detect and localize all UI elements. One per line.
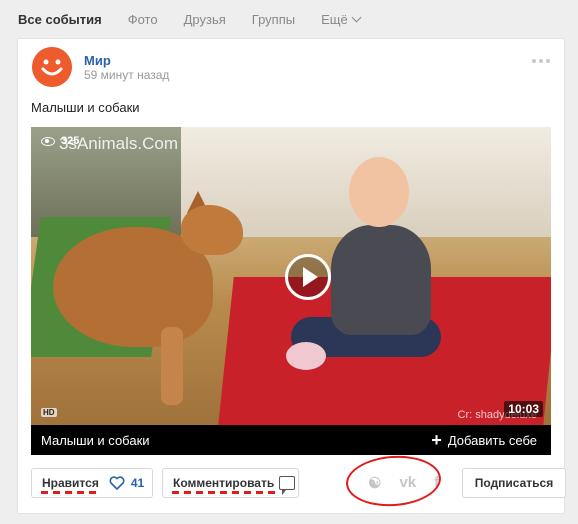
tab-photo[interactable]: Фото <box>128 12 158 27</box>
post-timestamp: 59 минут назад <box>84 68 170 82</box>
view-count-value: 325 <box>61 135 80 147</box>
video-duration: 10:03 <box>504 401 543 417</box>
like-underline-annotation <box>41 491 99 494</box>
heart-icon <box>109 476 125 490</box>
feed-tabs: Все события Фото Друзья Группы Ещё <box>0 0 578 38</box>
subscribe-label: Подписаться <box>474 476 554 490</box>
comment-underline-annotation <box>172 491 276 494</box>
plus-icon: + <box>431 430 442 450</box>
post-text: Малыши и собаки <box>31 100 140 115</box>
video-title[interactable]: Малыши и собаки <box>41 433 150 448</box>
add-to-self-label: Добавить себе <box>447 432 537 448</box>
comment-bubble-icon <box>279 476 296 495</box>
eye-icon <box>41 136 55 146</box>
post-actions: Нравится 41 Комментировать ☯ vk f Подпис… <box>31 468 566 500</box>
author-link[interactable]: Мир <box>84 53 111 68</box>
play-button[interactable] <box>285 254 331 300</box>
video-player[interactable]: 3sAnimals.Com 325 Cr: shadydeluxe HD 10:… <box>31 127 551 455</box>
play-icon <box>302 267 318 287</box>
more-options-icon[interactable] <box>532 59 550 63</box>
view-count: 325 <box>41 135 79 147</box>
subscribe-button[interactable]: Подписаться <box>462 468 566 498</box>
add-to-self-button[interactable]: + Добавить себе <box>431 431 537 449</box>
hd-badge: HD <box>41 408 57 417</box>
tab-friends[interactable]: Друзья <box>184 12 226 27</box>
video-title-bar: Малыши и собаки + Добавить себе <box>31 425 551 455</box>
post-card: Мир 59 минут назад Малыши и собаки 3sAni… <box>17 38 566 514</box>
comment-label: Комментировать <box>173 476 275 490</box>
tab-groups[interactable]: Группы <box>252 12 295 27</box>
like-label: Нравится <box>42 476 99 490</box>
avatar[interactable] <box>32 47 72 87</box>
chevron-down-icon <box>351 12 362 22</box>
tab-more-label: Ещё <box>321 11 348 27</box>
tab-all-events[interactable]: Все события <box>18 12 102 27</box>
like-count: 41 <box>130 476 145 490</box>
tab-more[interactable]: Ещё <box>321 11 362 27</box>
